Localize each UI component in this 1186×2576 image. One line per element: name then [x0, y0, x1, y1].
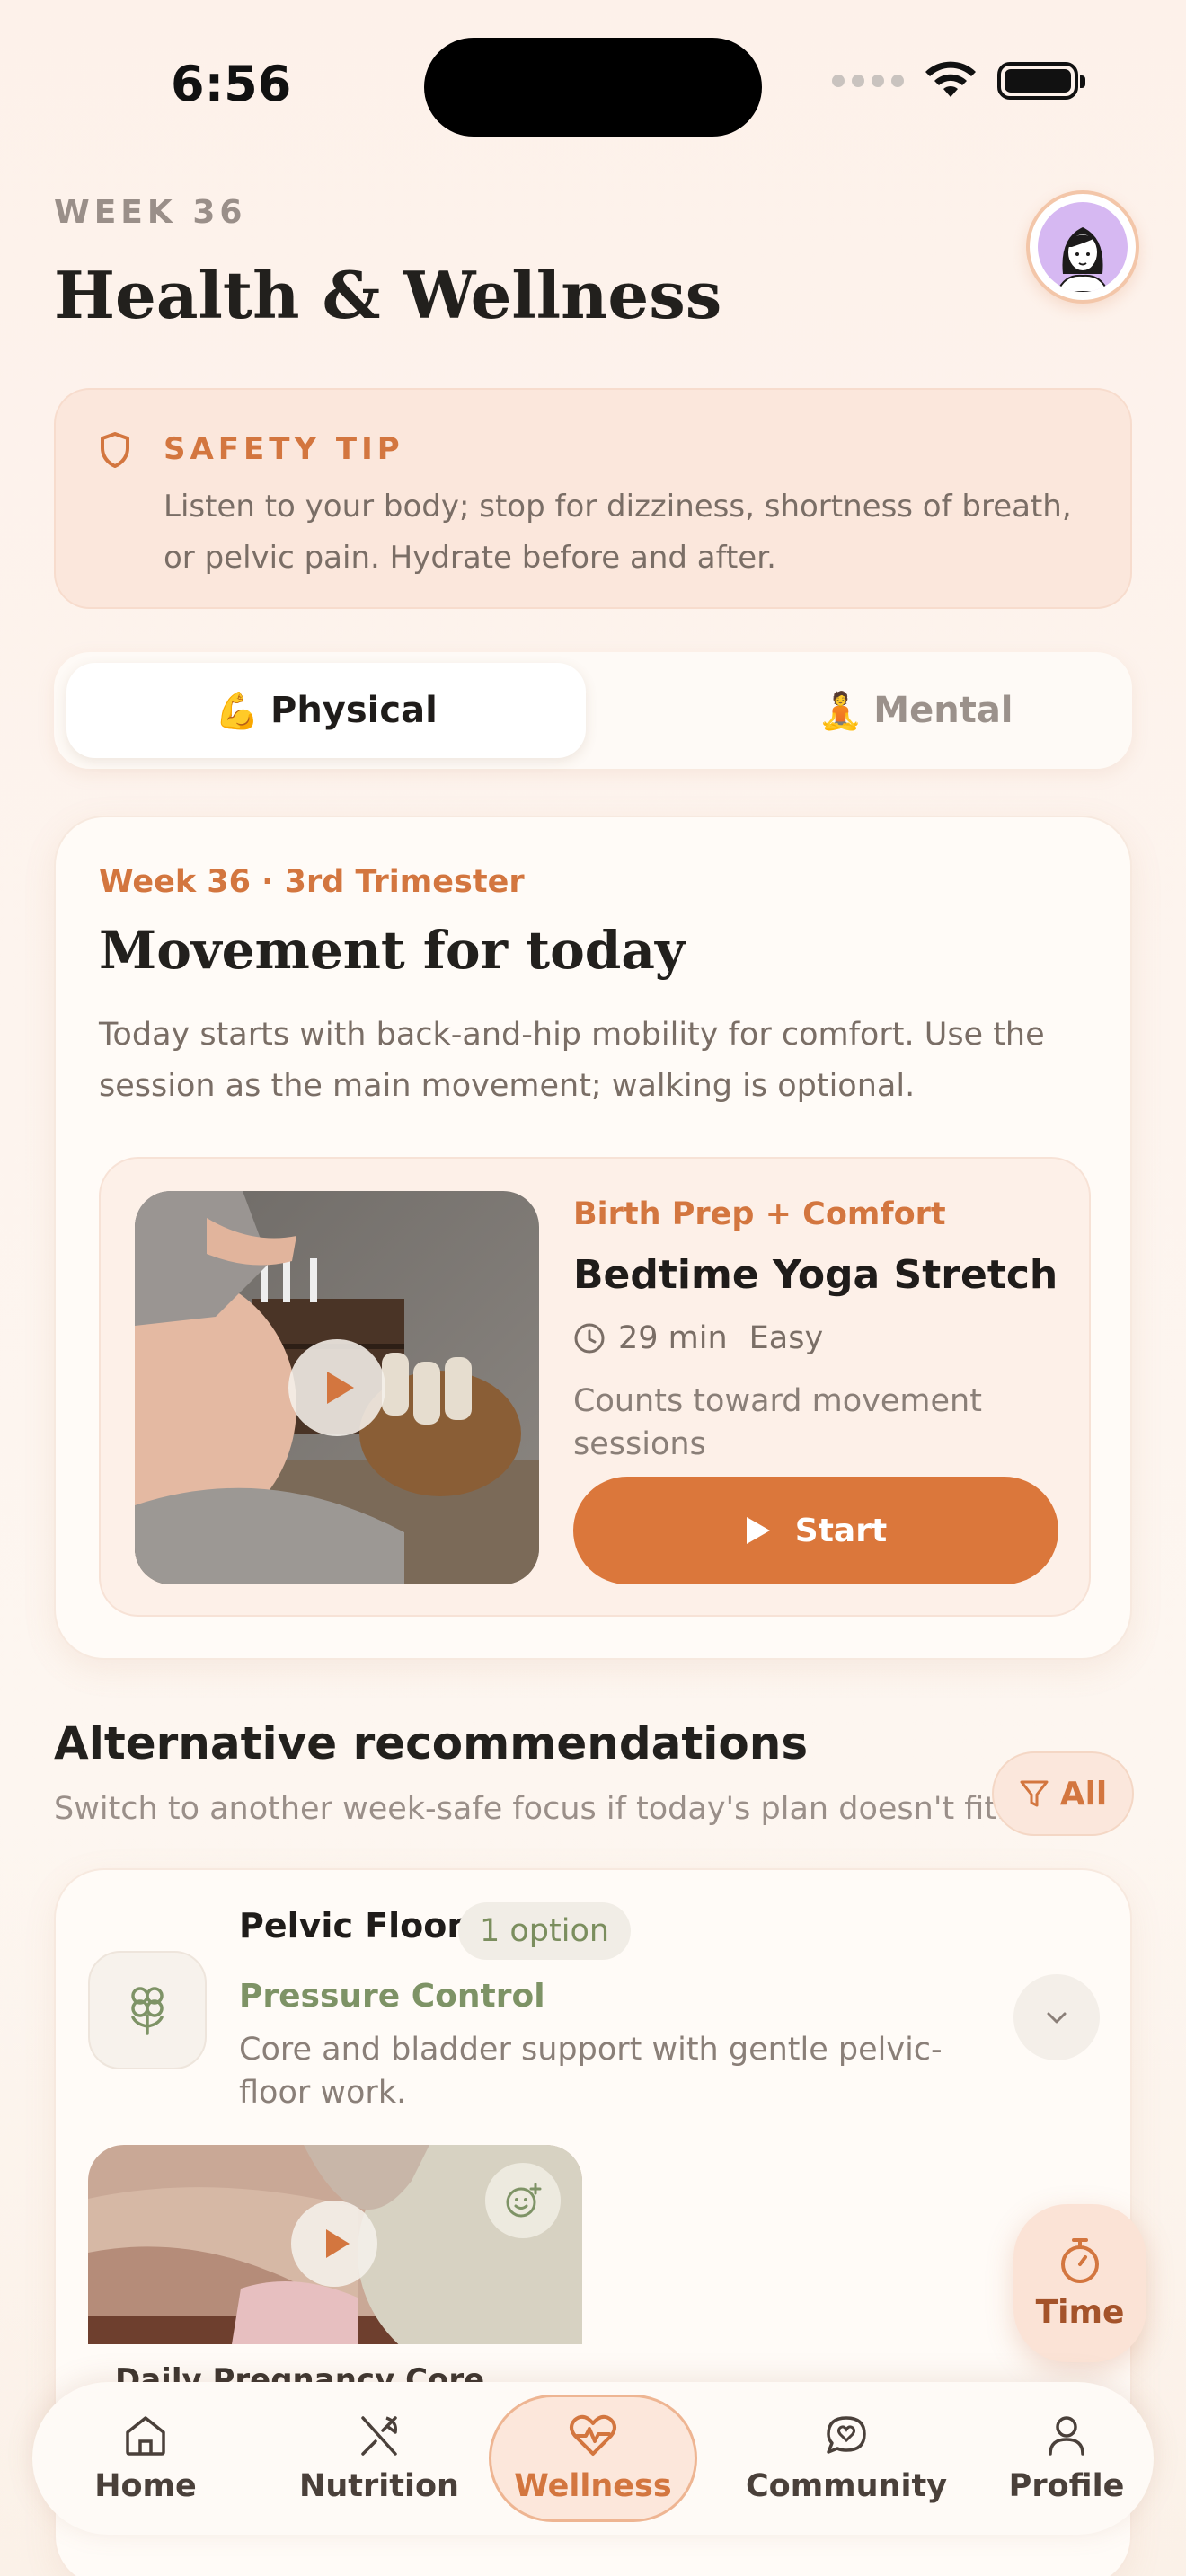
- movement-title: Movement for today: [99, 920, 686, 981]
- meditation-icon: 🧘: [818, 690, 863, 732]
- session-duration: 29 min: [618, 1320, 728, 1356]
- avatar[interactable]: [1026, 190, 1139, 304]
- status-indicators: [832, 61, 1085, 101]
- status-time: 6:56: [171, 56, 292, 112]
- activity-type-toggle: 💪 Physical 🧘 Mental: [54, 652, 1132, 769]
- safety-tip-body: Listen to your body; stop for dizziness,…: [164, 489, 1072, 576]
- dynamic-island: [424, 38, 762, 137]
- bottom-navigation: Home Nutrition Wellness Community Profil…: [32, 2382, 1154, 2535]
- alternative-focus: Pressure Control: [239, 1978, 545, 2015]
- play-icon: [327, 1372, 354, 1404]
- chevron-down-icon: [1047, 2012, 1067, 2024]
- play-icon: [326, 2229, 350, 2258]
- clock-icon: [574, 1323, 605, 1354]
- stopwatch-icon: [1061, 2237, 1099, 2283]
- nav-home[interactable]: Home: [68, 2382, 223, 2535]
- filter-icon: [1020, 1780, 1049, 1807]
- filter-all-button[interactable]: All: [992, 1751, 1134, 1836]
- heart-pulse-icon: [570, 2414, 616, 2456]
- play-button[interactable]: [291, 2201, 377, 2287]
- play-icon: [746, 1517, 770, 1544]
- safety-tip-card: SAFETY TIP Listen to your body; stop for…: [54, 388, 1132, 609]
- flexed-bicep-icon: 💪: [215, 690, 260, 732]
- page-title: Health & Wellness: [54, 257, 722, 333]
- session-meta: 29 min Easy: [573, 1320, 823, 1356]
- start-button[interactable]: Start: [573, 1477, 1058, 1584]
- movement-card: Week 36 · 3rd Trimester Movement for tod…: [54, 816, 1132, 1660]
- nav-nutrition[interactable]: Nutrition: [289, 2382, 469, 2535]
- session-card[interactable]: Birth Prep + Comfort Bedtime Yoga Stretc…: [99, 1157, 1091, 1617]
- nav-wellness[interactable]: Wellness: [500, 2382, 686, 2535]
- alternatives-title: Alternative recommendations: [54, 1717, 809, 1769]
- session-note: Counts toward movement sessions: [573, 1383, 982, 1462]
- alternative-name: Pelvic Floor: [239, 1906, 465, 1945]
- cellular-icon: [832, 75, 904, 87]
- wifi-icon: [925, 61, 976, 97]
- time-button[interactable]: Time: [1013, 2204, 1146, 2362]
- fork-knife-icon: [361, 2416, 398, 2456]
- chat-heart-icon: [827, 2416, 866, 2454]
- movement-description: Today starts with back-and-hip mobility …: [99, 1017, 1045, 1104]
- session-category: Birth Prep + Comfort: [573, 1196, 946, 1232]
- nav-community-label: Community: [745, 2468, 948, 2504]
- nav-wellness-label: Wellness: [514, 2468, 672, 2504]
- tab-mental-label: Mental: [873, 690, 1013, 731]
- time-button-label: Time: [1035, 2293, 1125, 2331]
- session-title: Bedtime Yoga Stretch: [573, 1252, 1058, 1298]
- alternative-description: Core and bladder support with gentle pel…: [239, 2032, 943, 2111]
- smile-plus-icon: [506, 2183, 542, 2218]
- nav-profile-label: Profile: [1008, 2468, 1125, 2504]
- home-icon: [126, 2416, 165, 2456]
- alternative-icon-tile: [88, 1951, 207, 2069]
- alternative-video-thumbnail[interactable]: [88, 2145, 582, 2344]
- battery-icon: [997, 62, 1085, 100]
- session-thumbnail[interactable]: [135, 1191, 539, 1584]
- filter-all-label: All: [1059, 1775, 1108, 1813]
- tab-physical[interactable]: 💪 Physical: [66, 663, 586, 758]
- play-button[interactable]: [288, 1339, 385, 1436]
- person-icon: [1049, 2416, 1084, 2456]
- nav-profile[interactable]: Profile: [990, 2382, 1143, 2535]
- alternative-option-badge: 1 option: [458, 1902, 632, 1960]
- safety-tip-title: SAFETY TIP: [164, 431, 404, 467]
- tab-mental[interactable]: 🧘 Mental: [656, 663, 1175, 758]
- movement-meta: Week 36 · 3rd Trimester: [99, 864, 525, 900]
- week-label: WEEK 36: [54, 194, 247, 231]
- flower-icon: [131, 1987, 164, 2035]
- nav-home-label: Home: [94, 2468, 197, 2504]
- alternatives-subtitle: Switch to another week-safe focus if tod…: [54, 1791, 1007, 1827]
- start-button-label: Start: [794, 1512, 888, 1549]
- tab-physical-label: Physical: [270, 690, 438, 731]
- avatar-illustration-icon: [1056, 227, 1110, 292]
- mood-button[interactable]: [485, 2163, 561, 2238]
- expand-button[interactable]: [1013, 1974, 1100, 2060]
- nav-community[interactable]: Community: [712, 2382, 981, 2535]
- shield-icon: [101, 432, 129, 468]
- nav-nutrition-label: Nutrition: [299, 2468, 459, 2504]
- session-difficulty: Easy: [748, 1320, 824, 1356]
